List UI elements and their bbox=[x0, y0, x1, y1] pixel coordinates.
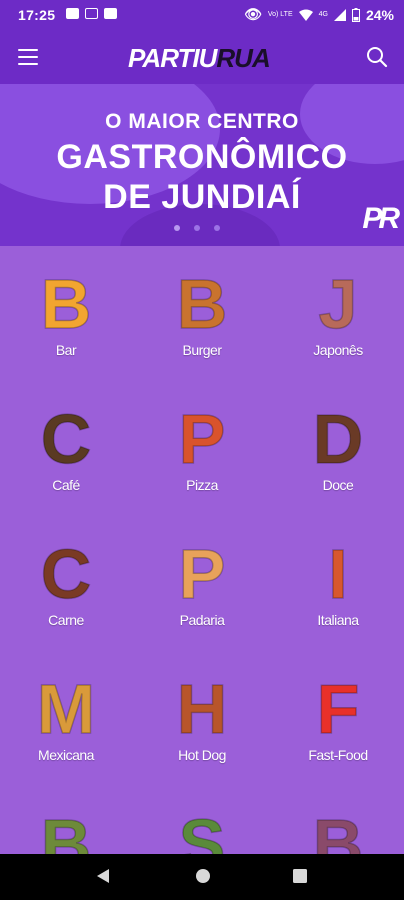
battery-percent: 24% bbox=[365, 6, 394, 23]
meat-letter-c-icon: C bbox=[40, 540, 92, 604]
category-letter: B bbox=[177, 270, 228, 334]
pagination-dot[interactable] bbox=[194, 225, 200, 231]
category-tile[interactable]: F Fast-Food bbox=[278, 651, 398, 763]
battery-icon bbox=[351, 7, 360, 22]
logo-primary: PARTIU bbox=[128, 43, 217, 73]
category-label: Burger bbox=[182, 342, 222, 358]
network-label: 4G bbox=[318, 11, 328, 18]
app-logo: PARTIURUA bbox=[128, 43, 271, 74]
category-label: Bar bbox=[55, 342, 77, 358]
pagination-dot[interactable] bbox=[214, 225, 220, 231]
bread-letter-p-icon: P bbox=[178, 540, 226, 604]
status-time: 17:25 bbox=[18, 7, 56, 23]
banner-line-3: DE JUNDIAÍ bbox=[103, 178, 301, 216]
category-tile[interactable]: B Bar bbox=[6, 246, 126, 358]
eye-icon: 👁 bbox=[244, 6, 262, 22]
notification-app-icon bbox=[66, 8, 79, 19]
category-tile[interactable]: D Doce bbox=[278, 381, 398, 493]
pizza-letter-p-icon: P bbox=[178, 405, 226, 469]
banner-pagination bbox=[174, 225, 220, 231]
search-icon[interactable] bbox=[366, 46, 388, 68]
category-tile[interactable]: P Pizza bbox=[142, 381, 262, 493]
app-bar: PARTIURUA bbox=[0, 32, 404, 84]
category-label: Doce bbox=[322, 477, 354, 493]
category-letter: B bbox=[41, 270, 92, 334]
system-icons: 👁 Vo) LTE 4G 24% bbox=[244, 6, 394, 23]
category-label: Japonês bbox=[313, 342, 363, 358]
notification-msg-icon bbox=[85, 8, 98, 19]
notification-icons bbox=[66, 8, 117, 19]
category-letter: I bbox=[328, 540, 347, 604]
category-tile[interactable]: M Mexicana bbox=[6, 651, 126, 763]
promo-banner[interactable]: O MAIOR CENTRO GASTRONÔMICO DE JUNDIAÍ P… bbox=[0, 84, 404, 246]
beer-letter-b-icon: B bbox=[40, 270, 92, 334]
category-letter: J bbox=[319, 270, 358, 334]
category-tile[interactable]: P Padaria bbox=[142, 516, 262, 628]
category-tile[interactable]: B Burger bbox=[142, 246, 262, 358]
category-letter: D bbox=[313, 405, 364, 469]
fries-letter-f-icon: F bbox=[316, 675, 360, 739]
category-label: Italiana bbox=[317, 612, 359, 628]
category-tile[interactable]: J Japonês bbox=[278, 246, 398, 358]
status-bar: 17:25 👁 Vo) LTE 4G 24% bbox=[0, 0, 404, 32]
banner-line-1: O MAIOR CENTRO bbox=[105, 110, 299, 133]
pagination-dot[interactable] bbox=[174, 225, 180, 231]
category-tile[interactable]: C Café bbox=[6, 381, 126, 493]
taco-letter-m-icon: M bbox=[36, 675, 96, 739]
category-label: Fast-Food bbox=[308, 747, 368, 763]
home-icon[interactable] bbox=[195, 868, 211, 884]
category-letter: H bbox=[177, 675, 228, 739]
pr-logo-badge: PR bbox=[362, 202, 400, 235]
category-label: Café bbox=[52, 477, 80, 493]
category-letter: C bbox=[41, 540, 92, 604]
category-label: Mexicana bbox=[38, 747, 94, 763]
category-tile[interactable]: I Italiana bbox=[278, 516, 398, 628]
category-label: Pizza bbox=[186, 477, 218, 493]
category-tile[interactable]: H Hot Dog bbox=[142, 651, 262, 763]
recents-icon[interactable] bbox=[292, 868, 308, 884]
signal-icon bbox=[333, 8, 346, 21]
category-label: Hot Dog bbox=[178, 747, 226, 763]
category-letter: P bbox=[179, 540, 226, 604]
hamburger-menu-icon[interactable] bbox=[18, 49, 38, 65]
wifi-icon bbox=[298, 9, 313, 21]
logo-secondary: RUA bbox=[216, 43, 270, 73]
category-label: Carne bbox=[48, 612, 84, 628]
category-letter: C bbox=[41, 405, 92, 469]
hotdog-letter-h-icon: H bbox=[176, 675, 228, 739]
burger-letter-b-icon: B bbox=[176, 270, 228, 334]
donut-letter-d-icon: D bbox=[312, 405, 364, 469]
volte-label: Vo) LTE bbox=[267, 11, 293, 18]
category-letter: F bbox=[317, 675, 360, 739]
category-label: Padaria bbox=[179, 612, 225, 628]
category-letter: P bbox=[179, 405, 226, 469]
back-icon[interactable] bbox=[96, 868, 110, 884]
sushi-letter-j-icon: J bbox=[318, 270, 358, 334]
youtube-icon bbox=[104, 8, 117, 19]
italian-letter-i-icon: I bbox=[328, 540, 349, 604]
category-letter: M bbox=[37, 675, 95, 739]
category-grid: B Bar B Burger J Japonês C Café P Pizza D Doce C Carn… bbox=[0, 246, 404, 874]
category-tile[interactable]: C Carne bbox=[6, 516, 126, 628]
banner-line-2: GASTRONÔMICO bbox=[56, 138, 348, 176]
system-nav-bar bbox=[0, 854, 404, 900]
coffee-letter-c-icon: C bbox=[40, 405, 92, 469]
